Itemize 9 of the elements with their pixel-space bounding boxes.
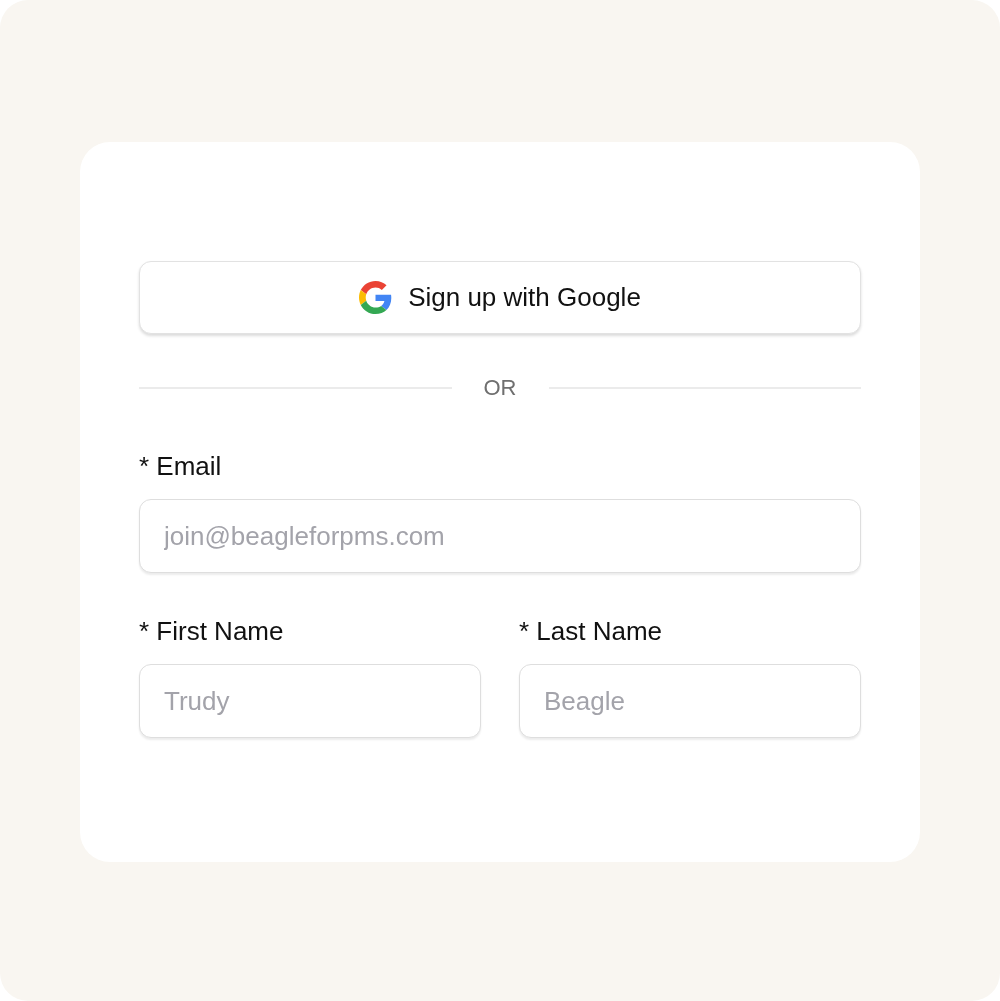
field-label: * Email: [139, 451, 223, 481]
field-label: * Last Name: [519, 616, 664, 646]
field-label: * First Name: [139, 616, 285, 646]
google-icon: [359, 281, 393, 314]
input-field[interactable]: join@beagleforpms.com: [139, 499, 861, 573]
divider-label: OR: [483, 375, 517, 401]
google-signup-button[interactable]: Sign up with Google: [139, 261, 861, 334]
input-field[interactable]: Beagle: [519, 664, 861, 738]
input-field[interactable]: Trudy: [139, 664, 481, 738]
